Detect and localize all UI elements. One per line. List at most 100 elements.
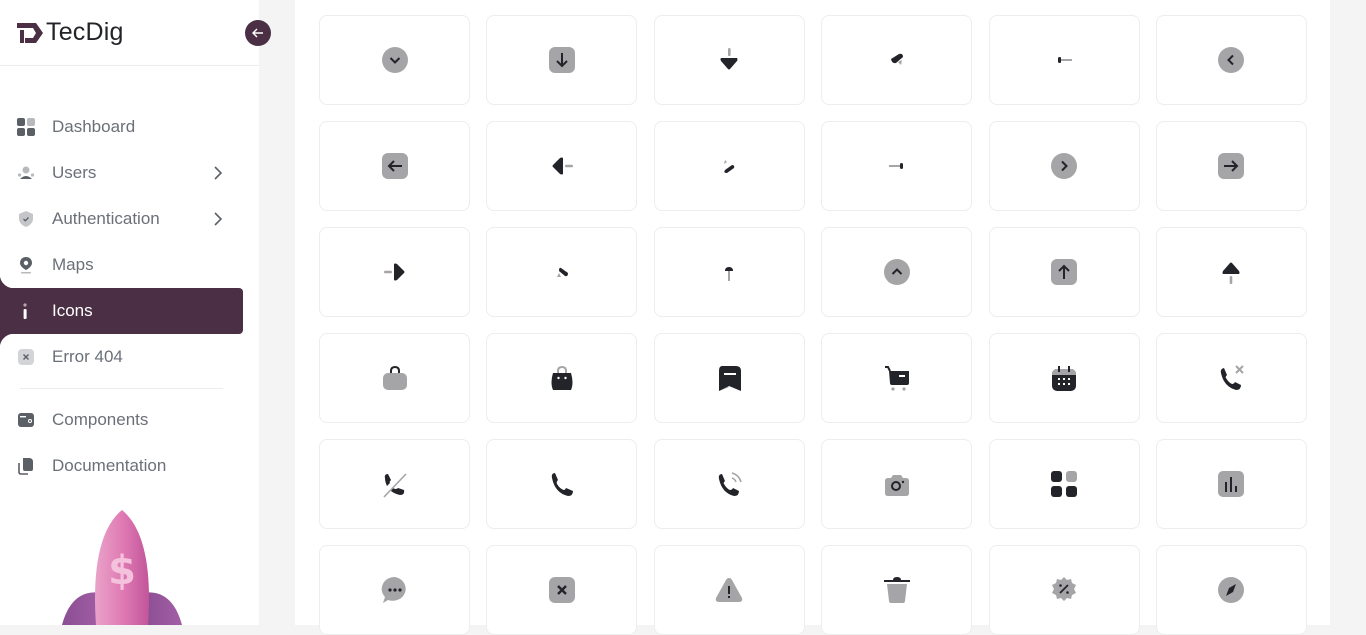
trash-icon: [883, 577, 910, 603]
icon-card-arrow-right-line[interactable]: [821, 121, 973, 211]
icon-card-bookmark-minus[interactable]: [653, 333, 805, 423]
collapse-sidebar-button[interactable]: [245, 20, 271, 46]
arrow-left-icon: [252, 28, 263, 38]
icon-card-arrow-down-left-diagonal[interactable]: [821, 15, 973, 105]
discount-icon: [1052, 577, 1077, 601]
icon-card-call-slash[interactable]: [319, 439, 470, 529]
arrow-up-line-icon: [725, 267, 734, 281]
icon-card-bag-handle[interactable]: [319, 333, 470, 423]
arrow-down-square-icon: [548, 47, 575, 73]
logo[interactable]: TecDig: [0, 0, 259, 66]
sidebar-item-icons[interactable]: Icons: [0, 274, 243, 348]
icon-card-chevron-up-circle[interactable]: [821, 227, 973, 317]
arrow-left-square-icon: [381, 153, 408, 179]
sidebar-item-label: Error 404: [52, 347, 123, 366]
chevron-up-circle-icon: [883, 259, 910, 285]
sidebar-item-label: Components: [52, 410, 149, 429]
arrow-right-line-icon: [888, 163, 903, 169]
icon-card-compass[interactable]: [1155, 545, 1307, 635]
icon-card-arrow-right-square[interactable]: [1155, 121, 1307, 211]
icon-card-calendar[interactable]: [988, 333, 1140, 423]
chevron-down-circle-icon: [381, 47, 408, 73]
icon-grid: [319, 15, 1307, 635]
icon-card-arrow-left-line[interactable]: [988, 15, 1140, 105]
chevron-left-circle-icon: [1218, 47, 1245, 73]
sidebar-item-error-404[interactable]: Error 404: [0, 334, 259, 380]
sidebar-item-label: Maps: [52, 255, 94, 274]
icon-card-call-calling[interactable]: [653, 439, 805, 529]
bookmark-minus-icon: [719, 366, 742, 391]
sidebar-item-label: Dashboard: [52, 117, 136, 136]
sidebar-item-components[interactable]: Components: [0, 397, 259, 443]
arrow-up-right-diagonal-icon: [556, 267, 568, 277]
danger-triangle-icon: [716, 578, 743, 602]
arrow-up-triangle-icon: [1222, 262, 1240, 284]
icon-card-arrow-left-square[interactable]: [319, 121, 470, 211]
arrow-up-left-diagonal-icon: [724, 160, 735, 173]
icon-card-arrow-up-square[interactable]: [988, 227, 1140, 317]
map-pin-icon: [17, 256, 35, 274]
icon-card-arrow-up-right-diagonal[interactable]: [486, 227, 638, 317]
icon-card-trash[interactable]: [821, 545, 973, 635]
icon-card-category[interactable]: [988, 439, 1140, 529]
arrow-left-line-icon: [1058, 57, 1073, 63]
sidebar-item-label: Documentation: [52, 456, 167, 475]
compass-icon: [1218, 577, 1245, 603]
copy-icon: [17, 457, 35, 475]
icon-card-cart-minus[interactable]: [821, 333, 973, 423]
info-icon: [17, 302, 35, 320]
icon-card-arrow-up-left-diagonal[interactable]: [653, 121, 805, 211]
close-square-icon: [548, 577, 575, 603]
bag-handle-icon: [382, 365, 407, 390]
chevron-right-icon: [214, 212, 223, 226]
call-icon: [551, 473, 573, 496]
cart-minus-icon: [884, 366, 909, 391]
wallet-icon: [17, 411, 35, 429]
icon-card-call-remove[interactable]: [1155, 333, 1307, 423]
sidebar-item-label: Authentication: [52, 209, 160, 228]
icon-card-arrow-right-triangle[interactable]: [319, 227, 470, 317]
icon-card-discount[interactable]: [988, 545, 1140, 635]
sidebar-item-label: Users: [52, 163, 97, 182]
arrow-right-triangle-icon: [383, 263, 404, 281]
icon-card-chevron-right-circle[interactable]: [988, 121, 1140, 211]
arrow-down-left-diagonal-icon: [890, 53, 903, 65]
sidebar-item-authentication[interactable]: Authentication: [0, 196, 259, 242]
sidebar-item-documentation[interactable]: Documentation: [0, 443, 259, 489]
svg-text:$: $: [108, 548, 136, 594]
icon-card-bag-smile[interactable]: [486, 333, 638, 423]
icon-card-arrow-down-square[interactable]: [486, 15, 638, 105]
sidebar-divider: [20, 388, 223, 389]
icon-card-call[interactable]: [486, 439, 638, 529]
icon-card-arrow-left-triangle[interactable]: [486, 121, 638, 211]
icon-card-camera[interactable]: [821, 439, 973, 529]
icon-card-arrow-up-triangle[interactable]: [1155, 227, 1307, 317]
logo-icon: [17, 22, 43, 43]
call-remove-icon: [1221, 365, 1245, 390]
icons-panel: [295, 0, 1330, 635]
arrow-up-square-icon: [1051, 259, 1078, 285]
icon-card-chart-square[interactable]: [1155, 439, 1307, 529]
call-calling-icon: [719, 472, 743, 496]
sidebar-item-dashboard[interactable]: Dashboard: [0, 104, 259, 150]
icon-card-danger-triangle[interactable]: [653, 545, 805, 635]
icon-card-arrow-down-triangle[interactable]: [653, 15, 805, 105]
icon-card-arrow-up-line[interactable]: [653, 227, 805, 317]
rocket-dollar-illustration: $: [62, 510, 182, 625]
users-icon: [17, 164, 35, 182]
dashboard-icon: [17, 118, 35, 136]
icon-card-chevron-left-circle[interactable]: [1155, 15, 1307, 105]
chevron-right-icon: [214, 166, 223, 180]
sidebar-item-maps[interactable]: Maps: [0, 242, 259, 288]
icon-card-chat-dots[interactable]: [319, 545, 470, 635]
sidebar-item-users[interactable]: Users: [0, 150, 259, 196]
sidebar-item-label: Icons: [52, 301, 93, 320]
call-slash-icon: [382, 473, 407, 498]
camera-icon: [884, 475, 909, 496]
brand-name: TecDig: [46, 18, 124, 46]
shield-check-icon: [17, 210, 35, 228]
bag-smile-icon: [551, 365, 573, 390]
category-icon: [1051, 471, 1078, 497]
icon-card-close-square[interactable]: [486, 545, 638, 635]
icon-card-chevron-down-circle[interactable]: [319, 15, 470, 105]
